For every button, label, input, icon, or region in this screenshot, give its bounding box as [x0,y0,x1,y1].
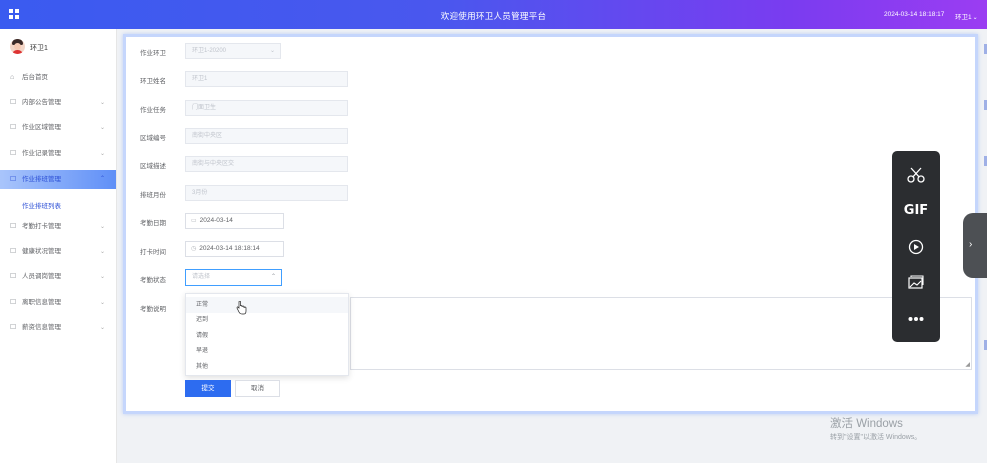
chevron-down-icon: ⌄ [100,300,106,306]
sidebar-item-resign[interactable]: ☐ 离职信息管理 ⌄ [0,295,116,311]
status-option[interactable]: 请假 [186,328,348,344]
field-label-month: 排班月份 [140,192,166,199]
sidebar-item-health[interactable]: ☐ 健康状况管理 ⌄ [0,244,116,260]
field-label-name: 环卫姓名 [140,78,166,85]
gif-button[interactable]: GIF [892,196,940,226]
floating-toolbar: GIF [892,151,940,342]
field-label-clock-time: 打卡时间 [140,249,166,256]
sidebar-item-area[interactable]: ☐ 作业区域管理 ⌄ [0,120,116,136]
status-dropdown: 正常 迟到 请假 早退 其他 [185,293,349,376]
sidebar-item-record[interactable]: ☐ 作业记录管理 ⌄ [0,146,116,162]
home-icon: ⌂ [10,74,15,81]
chevron-down-icon: ⌄ [100,274,106,280]
user-name: 环卫1 [955,14,972,21]
region-field: 南街中央区 [185,128,348,144]
doc-icon: ☐ [10,223,17,230]
scissors-icon[interactable] [892,160,940,190]
field-label-area: 作业环卫 [140,50,166,57]
chevron-down-icon: ⌄ [100,125,106,131]
month-field: 3月份 [185,185,348,201]
sidebar-item-label: 健康状况管理 [22,248,61,255]
sidebar-item-label: 后台首页 [22,74,48,81]
area-select: 环卫1-20200 ⌄ [185,43,281,59]
doc-icon: ☐ [10,248,17,255]
watermark-subtitle: 转到"设置"以激活 Windows。 [830,434,922,441]
cancel-button[interactable]: 取消 [235,380,280,397]
chevron-down-icon: ⌄ [100,100,106,106]
field-label-schedule-date: 考勤日期 [140,220,166,227]
clock-time-value: 2024-03-14 18:18:14 [199,245,260,252]
clock-time-picker[interactable]: ◷ 2024-03-14 18:18:14 [185,241,284,257]
sidebar-item-transfer[interactable]: ☐ 人员调岗管理 ⌄ [0,269,116,285]
zone-field: 南街与中央区交 [185,156,348,172]
chevron-right-icon: › [969,239,973,250]
side-expand-tab[interactable]: › [963,213,987,278]
field-label-task: 作业任务 [140,107,166,114]
resize-handle-icon[interactable]: ◢ [965,361,970,368]
doc-icon: ☐ [10,99,17,106]
sidebar: 环卫1 ⌂ 后台首页 ☐ 内部公告管理 ⌄ ☐ 作业区域管理 ⌄ ☐ 作业记录管… [0,29,117,463]
sidebar-item-label: 离职信息管理 [22,299,61,306]
status-placeholder: 请选择 [192,274,211,280]
chevron-down-icon: ⌄ [100,151,106,157]
sidebar-item-home[interactable]: ⌂ 后台首页 [0,70,116,86]
doc-icon: ☐ [10,273,17,280]
doc-icon: ☐ [10,324,17,331]
note-textarea[interactable]: ◢ [350,297,972,370]
sidebar-item-label: 考勤打卡管理 [22,223,61,230]
name-field: 环卫1 [185,71,348,87]
more-icon[interactable] [892,304,940,334]
area-value: 环卫1-20200 [192,48,227,54]
chevron-down-icon: ⌄ [100,224,106,230]
sidebar-item-schedule[interactable]: ☐ 作业排班管理 ⌃ [0,170,116,189]
sidebar-item-label: 作业区域管理 [22,124,61,131]
user-menu[interactable]: 环卫1⌄ [955,11,978,21]
chevron-down-icon: ⌄ [972,15,978,21]
record-icon[interactable] [892,232,940,262]
chevron-down-icon: ⌄ [100,249,106,255]
status-option[interactable]: 其他 [186,359,348,375]
field-label-zone: 区域描述 [140,163,166,170]
image-icon[interactable] [892,268,940,298]
hand-cursor-icon [236,301,247,315]
profile-name: 环卫1 [30,45,48,52]
page-title: 欢迎使用环卫人员管理平台 [440,11,547,21]
sidebar-item-attendance[interactable]: ☐ 考勤打卡管理 ⌄ [0,219,116,235]
sidebar-item-label: 人员调岗管理 [22,273,61,280]
field-label-region: 区域编号 [140,135,166,142]
doc-icon: ☐ [10,124,17,131]
doc-icon: ☐ [10,299,17,306]
schedule-date-picker[interactable]: ▭ 2024-03-14 [185,213,284,229]
doc-icon: ☐ [10,150,17,157]
status-option[interactable]: 早退 [186,343,348,359]
calendar-icon: ▭ [191,218,197,224]
doc-icon: ☐ [10,176,17,183]
clock-icon: ◷ [191,246,197,252]
status-select[interactable]: 请选择 ⌃ [185,269,282,286]
chevron-up-icon: ⌃ [270,274,276,280]
chevron-up-icon: ⌃ [100,176,106,182]
windows-activation-watermark: 激活 Windows 转到"设置"以激活 Windows。 [830,415,921,442]
sidebar-subitem-schedule-list[interactable]: 作业排班列表 [22,200,61,210]
sidebar-item-notice[interactable]: ☐ 内部公告管理 ⌄ [0,95,116,111]
status-option[interactable]: 正常 [186,297,348,313]
avatar [10,39,25,54]
chevron-down-icon: ⌄ [100,325,106,331]
field-label-note: 考勤说明 [140,306,166,313]
field-label-status: 考勤状态 [140,277,166,284]
sidebar-item-salary[interactable]: ☐ 薪资信息管理 ⌄ [0,320,116,336]
top-header: 欢迎使用环卫人员管理平台 2024-03-14 18:18:17 环卫1⌄ [0,0,987,29]
schedule-date-value: 2024-03-14 [199,217,233,224]
submit-button[interactable]: 提交 [185,380,231,397]
sidebar-item-label: 作业记录管理 [22,150,61,157]
header-datetime: 2024-03-14 18:18:17 [884,11,945,18]
task-field: 门面卫生 [185,100,348,116]
sidebar-item-label: 内部公告管理 [22,99,61,106]
watermark-title: 激活 Windows [830,418,903,430]
sidebar-item-label: 作业排班管理 [22,176,61,183]
sidebar-item-label: 薪资信息管理 [22,324,61,331]
chevron-down-icon: ⌄ [269,48,275,54]
status-option[interactable]: 迟到 [186,312,348,328]
